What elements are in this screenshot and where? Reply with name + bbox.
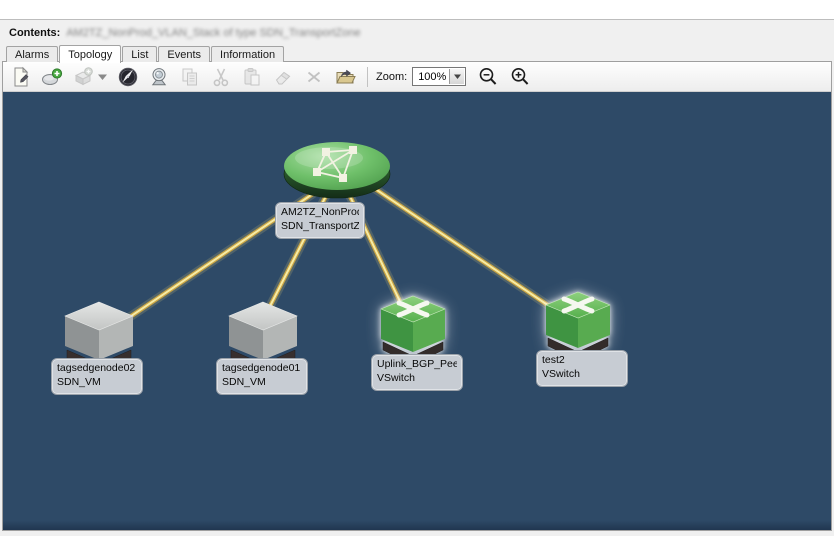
tab-events[interactable]: Events — [158, 46, 210, 62]
paste-button[interactable] — [239, 65, 265, 89]
zoom-level-value: 100% — [418, 71, 446, 83]
node-label-test2[interactable]: test2 VSwitch — [536, 350, 628, 387]
copy-icon — [179, 66, 201, 88]
paste-icon — [241, 66, 263, 88]
tab-alarms[interactable]: Alarms — [6, 46, 58, 62]
tab-information[interactable]: Information — [211, 46, 284, 62]
zoom-in-button[interactable] — [508, 65, 532, 89]
contents-row: Contents: AM2TZ_NonProd_VLAN_Stack of ty… — [9, 25, 361, 41]
tab-topology[interactable]: Topology — [59, 45, 121, 63]
topology-canvas[interactable]: AM2TZ_NonProd... SDN_TransportZ... — [3, 92, 831, 530]
open-folder-icon — [334, 66, 356, 88]
copy-button[interactable] — [177, 65, 203, 89]
node-label-tagsedgenode02[interactable]: tagsedgenode02 SDN_VM — [51, 358, 143, 395]
delete-button[interactable] — [301, 65, 327, 89]
zoom-label: Zoom: — [376, 71, 407, 83]
node-transport-zone[interactable] — [279, 136, 395, 207]
find-overview-button[interactable] — [146, 65, 172, 89]
delete-x-icon — [303, 66, 325, 88]
zoom-out-icon — [477, 66, 499, 88]
eraser-button[interactable] — [270, 65, 296, 89]
tab-bar: Alarms Topology List Events Information — [6, 44, 828, 62]
node-label-tagsedgenode01[interactable]: tagsedgenode01 SDN_VM — [216, 358, 308, 395]
add-node-button[interactable] — [70, 65, 96, 89]
topology-viewer-window: Contents: AM2TZ_NonProd_VLAN_Stack of ty… — [0, 0, 834, 552]
cut-icon — [210, 66, 232, 88]
canvas-bottom-shadow — [3, 520, 831, 530]
node-label-transport-zone[interactable]: AM2TZ_NonProd... SDN_TransportZ... — [275, 202, 365, 239]
new-document-icon — [10, 66, 32, 88]
open-folder-button[interactable] — [332, 65, 358, 89]
toolbar: Zoom: 100% — [3, 62, 831, 92]
compass-icon — [117, 66, 139, 88]
zoom-select-dropdown-button[interactable] — [449, 69, 464, 84]
chevron-down-icon — [454, 74, 461, 79]
find-overview-icon — [148, 66, 170, 88]
add-node-icon — [72, 66, 94, 88]
cut-button[interactable] — [208, 65, 234, 89]
add-ellipse-node-icon — [41, 66, 63, 88]
toolbar-separator — [367, 67, 368, 87]
topology-tab-page: Zoom: 100% — [2, 61, 832, 531]
new-document-button[interactable] — [8, 65, 34, 89]
contents-value-redacted: AM2TZ_NonProd_VLAN_Stack of type SDN_Tra… — [66, 27, 360, 39]
zoom-level-select[interactable]: 100% — [412, 67, 466, 86]
add-node-dropdown-arrow[interactable] — [97, 65, 107, 89]
zoom-in-icon — [509, 66, 531, 88]
tab-list[interactable]: List — [122, 46, 157, 62]
node-label-uplink-bgp-peer[interactable]: Uplink_BGP_Peer... VSwitch — [371, 354, 463, 391]
contents-label: Contents: — [9, 27, 60, 39]
compass-button[interactable] — [115, 65, 141, 89]
zoom-out-button[interactable] — [476, 65, 500, 89]
eraser-icon — [272, 66, 294, 88]
chevron-down-icon — [98, 74, 107, 80]
transport-zone-ellipse-icon — [279, 136, 395, 202]
add-ellipse-node-button[interactable] — [39, 65, 65, 89]
